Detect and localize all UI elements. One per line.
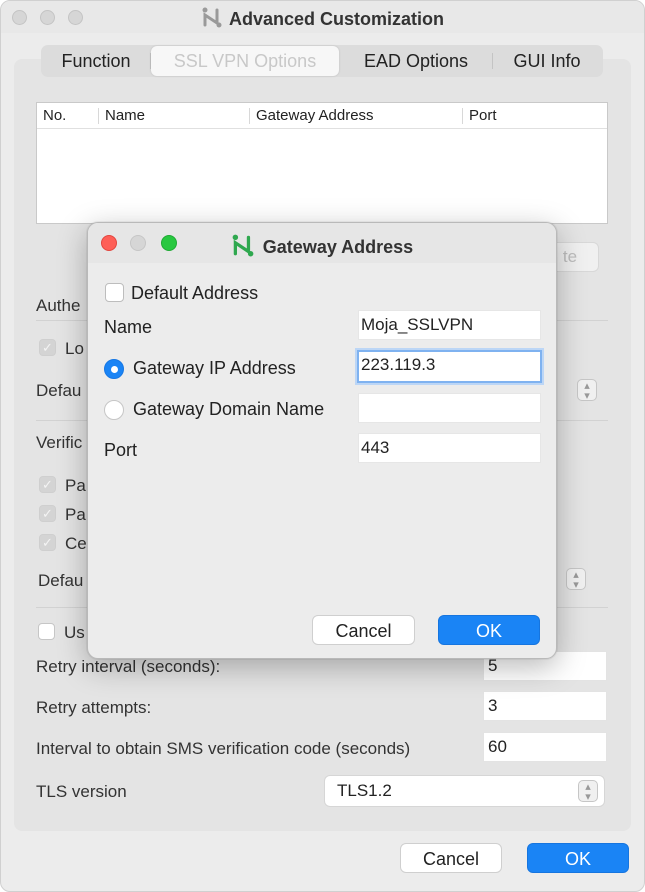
window-titlebar: Advanced Customization	[1, 1, 644, 33]
retry-interval-label: Retry interval (seconds):	[36, 657, 221, 676]
default-address-label: Default Address	[131, 283, 259, 303]
gateway-ip-label: Gateway IP Address	[133, 358, 296, 378]
dialog-title: Gateway Address	[88, 233, 556, 262]
verification-checkbox-2[interactable]: ✓	[39, 505, 56, 522]
use-checkbox[interactable]	[38, 623, 55, 640]
retry-attempts-label: Retry attempts:	[36, 698, 152, 717]
gateway-table[interactable]: No. Name Gateway Address Port	[36, 102, 608, 224]
app-logo-icon	[231, 233, 255, 262]
sms-interval-label: Interval to obtain SMS verification code…	[36, 739, 411, 758]
window-title-text: Advanced Customization	[228, 9, 445, 29]
verification-checkbox-3[interactable]: ✓	[39, 534, 56, 551]
sms-interval-field[interactable]: 60	[483, 732, 607, 762]
chevron-updown-icon[interactable]: ▴ ▾	[566, 568, 586, 591]
verification-checkbox-1-label: Pa	[65, 476, 86, 495]
dialog-ok-button[interactable]: OK	[438, 615, 540, 645]
column-header-gateway-address[interactable]: Gateway Address	[250, 103, 463, 128]
dialog-cancel-button[interactable]: Cancel	[312, 615, 415, 645]
gateway-domain-label: Gateway Domain Name	[133, 399, 325, 419]
tls-version-select[interactable]: TLS1.2	[324, 775, 605, 807]
tab-gui-info[interactable]: GUI Info	[493, 46, 601, 76]
login-checkbox[interactable]: ✓	[39, 339, 56, 356]
app-logo-icon	[201, 6, 223, 33]
checkmark-icon: ✓	[42, 535, 53, 550]
tab-ead-options[interactable]: EAD Options	[339, 46, 493, 76]
chevron-updown-icon[interactable]: ▴ ▾	[578, 780, 598, 803]
window-title: Advanced Customization	[1, 6, 644, 33]
tab-function[interactable]: Function	[41, 46, 151, 76]
cancel-button[interactable]: Cancel	[400, 843, 502, 873]
verification-checkbox-2-label: Pa	[65, 505, 86, 524]
tls-version-value: TLS1.2	[337, 781, 392, 800]
verification-heading: Verific	[36, 433, 83, 452]
column-header-name[interactable]: Name	[99, 103, 250, 128]
tab-ssl-vpn-options[interactable]: SSL VPN Options	[151, 46, 339, 76]
verification-checkbox-1[interactable]: ✓	[39, 476, 56, 493]
column-header-no[interactable]: No.	[37, 103, 99, 128]
use-checkbox-label: Us	[64, 623, 85, 642]
checkmark-icon: ✓	[42, 506, 53, 521]
gateway-table-header: No. Name Gateway Address Port	[37, 103, 607, 129]
checkmark-icon: ✓	[42, 340, 53, 355]
column-header-port[interactable]: Port	[463, 103, 607, 128]
retry-attempts-field[interactable]: 3	[483, 691, 607, 721]
ok-button[interactable]: OK	[527, 843, 629, 873]
name-field[interactable]: Moja_SSLVPN	[358, 310, 541, 340]
name-label: Name	[104, 317, 153, 337]
verification-checkbox-3-label: Ce	[65, 534, 87, 553]
authentication-heading: Authe	[36, 296, 81, 315]
gateway-domain-field[interactable]	[358, 393, 541, 423]
chevron-updown-icon[interactable]: ▴ ▾	[577, 379, 597, 402]
port-field[interactable]: 443	[358, 433, 541, 463]
gateway-ip-field[interactable]: 223.119.3	[357, 350, 542, 383]
gateway-domain-radio[interactable]	[104, 400, 124, 420]
gateway-ip-radio[interactable]	[104, 359, 124, 379]
default-verification-label: Defau	[38, 571, 84, 590]
gateway-address-dialog: Gateway Address Default Address Name Moj…	[87, 222, 557, 659]
login-checkbox-label: Lo	[65, 339, 84, 358]
tls-version-label: TLS version	[36, 782, 127, 801]
port-label: Port	[104, 440, 138, 460]
default-address-checkbox[interactable]	[105, 283, 124, 302]
default-auth-label: Defau	[36, 381, 82, 400]
tab-bar: Function SSL VPN Options EAD Options GUI…	[41, 45, 603, 77]
dialog-titlebar: Gateway Address	[88, 223, 556, 263]
dialog-title-text: Gateway Address	[262, 237, 414, 257]
checkmark-icon: ✓	[42, 477, 53, 492]
